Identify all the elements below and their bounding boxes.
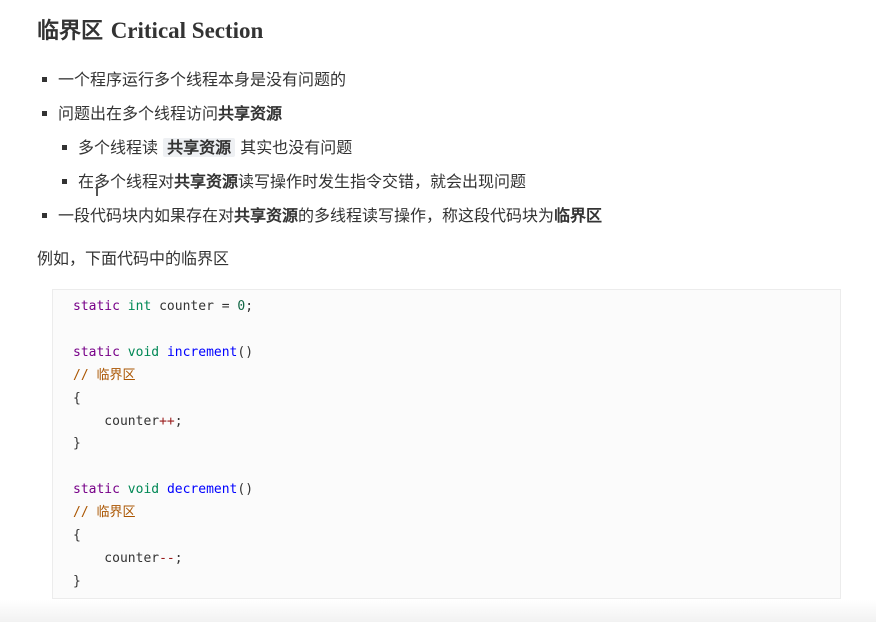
- code-content: static int counter = 0; static void incr…: [53, 290, 840, 594]
- code-token-brace: {: [73, 528, 81, 544]
- list-item-text: 多个线程读: [78, 138, 164, 157]
- bottom-fade: [0, 600, 876, 622]
- list-item: 一段代码块内如果存在对共享资源的多线程读写操作，称这段代码块为临界区: [40, 199, 602, 233]
- bullet-list: 一个程序运行多个线程本身是没有问题的 问题出在多个线程访问共享资源 多个线程读 …: [40, 63, 602, 233]
- code-token-function: increment: [166, 344, 238, 360]
- list-item-text: 一段代码块内如果存在对: [58, 206, 235, 225]
- code-comment: // 临界区: [73, 505, 136, 521]
- code-token-identifier: counter: [73, 550, 160, 566]
- code-token-operator: ++: [159, 413, 175, 429]
- code-token-keyword: static: [73, 344, 120, 360]
- code-token-semicolon: ;: [174, 413, 183, 429]
- code-token-brace: {: [73, 390, 81, 406]
- code-token-parens: (): [237, 482, 254, 498]
- code-token-identifier: counter: [159, 299, 214, 314]
- bold-term: 临界区: [554, 206, 603, 225]
- bullet-marker: [62, 145, 67, 150]
- list-item-text-mid: 的多线程读写操作，称这段代码块为: [298, 206, 555, 225]
- list-item: 在多个线程对共享资源读写操作时发生指令交错，就会出现问题: [60, 165, 602, 199]
- code-comment: // 临界区: [73, 367, 136, 383]
- sub-bullet-list: 多个线程读 共享资源 其实也没有问题 在多个线程对共享资源读写操作时发生指令交错…: [40, 131, 602, 199]
- code-token-assign: =: [213, 299, 238, 314]
- bullet-marker: [62, 179, 67, 184]
- bullet-marker: [42, 111, 47, 116]
- code-token-brace: }: [73, 573, 81, 589]
- list-item-text: 问题出在多个线程访问: [58, 104, 219, 123]
- code-token-keyword: static: [73, 482, 120, 498]
- bold-term: 共享资源: [218, 104, 283, 123]
- list-item-text: 一个程序运行多个线程本身是没有问题的: [58, 70, 347, 89]
- code-token-semicolon: ;: [174, 550, 183, 566]
- code-token-keyword: static: [73, 299, 120, 314]
- paragraph: 例如，下面代码中的临界区: [37, 249, 230, 268]
- code-token-type: int: [127, 299, 152, 314]
- code-token-function: decrement: [166, 482, 238, 498]
- sublist-container: 多个线程读 共享资源 其实也没有问题 在多个线程对共享资源读写操作时发生指令交错…: [40, 131, 602, 199]
- bold-term: 共享资源: [163, 138, 236, 157]
- list-item: 一个程序运行多个线程本身是没有问题的: [40, 63, 602, 97]
- text-cursor: [96, 184, 98, 196]
- code-block[interactable]: static int counter = 0; static void incr…: [52, 289, 841, 599]
- list-item: 问题出在多个线程访问共享资源: [40, 97, 602, 131]
- code-token-parens: (): [237, 344, 254, 360]
- code-token-brace: }: [73, 436, 81, 452]
- heading-chinese: 临界区: [37, 19, 104, 44]
- bold-term: 共享资源: [174, 172, 239, 191]
- list-item: 多个线程读 共享资源 其实也没有问题: [60, 131, 602, 165]
- bold-term: 共享资源: [234, 206, 299, 225]
- code-token-type: void: [127, 344, 160, 360]
- list-item-text: 在多个线程对: [78, 172, 175, 191]
- bullet-marker: [42, 77, 47, 82]
- code-token-type: void: [127, 482, 160, 498]
- section-heading: 临界区 Critical Section: [37, 14, 263, 49]
- code-token-identifier: counter: [73, 413, 160, 429]
- code-token-operator: --: [159, 550, 175, 566]
- list-item-text-tail: 其实也没有问题: [235, 138, 353, 157]
- list-item-text-tail: 读写操作时发生指令交错，就会出现问题: [238, 172, 527, 191]
- code-token-semicolon: ;: [245, 299, 254, 314]
- bullet-marker: [42, 213, 47, 218]
- heading-english: Critical Section: [110, 18, 264, 43]
